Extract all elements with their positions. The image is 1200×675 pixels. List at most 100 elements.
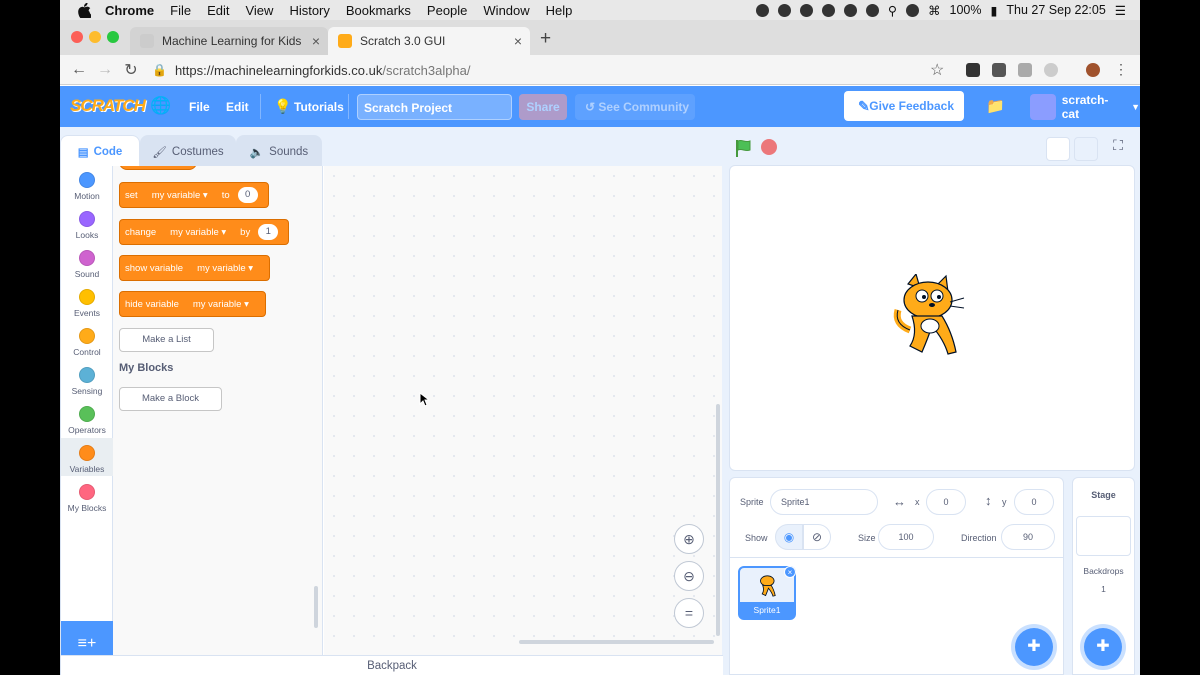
- menu-app-chrome[interactable]: Chrome: [105, 3, 154, 18]
- list-icon[interactable]: ☰: [1115, 3, 1126, 18]
- project-title-input[interactable]: Scratch Project: [357, 94, 512, 120]
- variable-dropdown[interactable]: my variable ▾: [186, 298, 255, 310]
- apple-icon[interactable]: [78, 2, 91, 18]
- language-globe-icon[interactable]: 🌐: [150, 96, 171, 116]
- backpack[interactable]: Backpack: [61, 655, 723, 675]
- lock-icon[interactable]: 🔒: [152, 63, 167, 77]
- menu-view[interactable]: View: [245, 3, 273, 18]
- back-icon[interactable]: ←: [66, 61, 92, 79]
- menu-history[interactable]: History: [289, 3, 329, 18]
- y-input[interactable]: 0: [1014, 489, 1054, 515]
- make-a-list-button[interactable]: Make a List: [119, 328, 214, 352]
- make-a-block-button[interactable]: Make a Block: [119, 387, 222, 411]
- normal-stage-icon[interactable]: [1074, 137, 1098, 161]
- menu-edit[interactable]: Edit: [207, 3, 229, 18]
- menu-window[interactable]: Window: [483, 3, 529, 18]
- add-backdrop-button[interactable]: ✚: [1084, 628, 1122, 666]
- zoom-in-icon[interactable]: ⊕: [674, 524, 704, 554]
- add-sprite-button[interactable]: ✚: [1015, 628, 1053, 666]
- bookmark-star-icon[interactable]: ☆: [930, 60, 944, 80]
- block-show-variable[interactable]: show variable my variable ▾: [119, 255, 271, 281]
- sprite-name-input[interactable]: Sprite1: [770, 489, 878, 515]
- value-input[interactable]: 0: [237, 187, 258, 203]
- stop-icon[interactable]: [761, 139, 777, 155]
- new-tab-icon[interactable]: +: [540, 28, 551, 50]
- stage-canvas[interactable]: [729, 165, 1135, 471]
- reload-icon[interactable]: ↻: [118, 60, 144, 80]
- menu-file[interactable]: File: [170, 3, 191, 18]
- tutorials-button[interactable]: Tutorials: [294, 100, 344, 114]
- category-operators[interactable]: Operators: [61, 406, 113, 435]
- edit-menu[interactable]: Edit: [226, 100, 249, 114]
- extension-icon[interactable]: [1044, 63, 1058, 77]
- delete-sprite-icon[interactable]: ×: [784, 566, 796, 578]
- maximize-window-icon[interactable]: [107, 31, 119, 43]
- size-input[interactable]: 100: [878, 524, 934, 550]
- bluetooth-icon[interactable]: [865, 3, 879, 17]
- close-tab-icon[interactable]: ×: [514, 33, 522, 49]
- block-change-variable[interactable]: change my variable ▾ by 1: [119, 219, 290, 245]
- chrome-menu-icon[interactable]: ⋮: [1114, 61, 1128, 78]
- close-window-icon[interactable]: [71, 31, 83, 43]
- lightbulb-icon[interactable]: 💡: [274, 98, 291, 115]
- horizontal-scrollbar[interactable]: [519, 640, 714, 644]
- category-variables[interactable]: Variables: [61, 438, 113, 476]
- close-tab-icon[interactable]: ×: [312, 33, 320, 49]
- give-feedback-button[interactable]: ✎ Give Feedback: [844, 91, 964, 121]
- search-icon[interactable]: ⚲: [888, 3, 897, 18]
- browser-tab-scratch[interactable]: Scratch 3.0 GUI ×: [328, 27, 530, 55]
- siri-icon[interactable]: [906, 3, 920, 17]
- file-menu[interactable]: File: [189, 100, 210, 114]
- category-my-blocks[interactable]: My Blocks: [61, 484, 113, 513]
- category-sensing[interactable]: Sensing: [61, 367, 113, 396]
- zoom-reset-icon[interactable]: =: [674, 598, 704, 628]
- show-visible-eye-icon[interactable]: ◉: [775, 524, 803, 550]
- palette-scrollbar[interactable]: [314, 586, 318, 628]
- block-set-variable[interactable]: set my variable ▾ to 0: [119, 182, 269, 208]
- share-button[interactable]: Share: [519, 94, 567, 120]
- wifi-icon[interactable]: ⌘: [928, 3, 941, 18]
- folder-icon[interactable]: 📁: [986, 97, 1005, 115]
- cat-sprite[interactable]: [888, 274, 973, 362]
- docker-icon[interactable]: [821, 3, 835, 17]
- fullscreen-icon[interactable]: ⛶: [1106, 137, 1130, 161]
- block-partial[interactable]: [119, 166, 197, 170]
- category-events[interactable]: Events: [61, 289, 113, 318]
- extension-icon[interactable]: [966, 63, 980, 77]
- direction-input[interactable]: 90: [1001, 524, 1055, 550]
- variable-dropdown[interactable]: my variable ▾: [164, 226, 233, 238]
- profile-avatar[interactable]: [1086, 63, 1100, 77]
- address-bar[interactable]: 🔒 https://machinelearningforkids.co.uk/s…: [152, 57, 954, 83]
- value-input[interactable]: 1: [258, 224, 279, 240]
- dropbox-icon[interactable]: [799, 3, 813, 17]
- status-icon[interactable]: [777, 3, 791, 17]
- script-area[interactable]: ⊕ ⊖ =: [324, 166, 722, 675]
- tab-code[interactable]: ▤ Code: [60, 135, 140, 168]
- show-hidden-eye-icon[interactable]: ⊘: [803, 524, 831, 550]
- menu-help[interactable]: Help: [546, 3, 573, 18]
- record-icon[interactable]: [755, 3, 769, 17]
- stage-selector[interactable]: Stage Backdrops 1 ✚: [1072, 477, 1135, 675]
- category-looks[interactable]: Looks: [61, 211, 113, 240]
- x-input[interactable]: 0: [926, 489, 966, 515]
- category-sound[interactable]: Sound: [61, 250, 113, 279]
- user-menu[interactable]: scratch-cat ▼: [1030, 93, 1140, 121]
- zoom-out-icon[interactable]: ⊖: [674, 561, 704, 591]
- category-control[interactable]: Control: [61, 328, 113, 357]
- category-motion[interactable]: Motion: [61, 172, 113, 201]
- minimize-window-icon[interactable]: [89, 31, 101, 43]
- tab-costumes[interactable]: 🖌 Costumes: [140, 135, 236, 167]
- vertical-scrollbar[interactable]: [716, 404, 720, 636]
- block-hide-variable[interactable]: hide variable my variable ▾: [119, 291, 266, 317]
- browser-tab-mlforkids[interactable]: Machine Learning for Kids ×: [130, 27, 328, 55]
- menu-people[interactable]: People: [427, 3, 467, 18]
- forward-icon[interactable]: →: [92, 61, 118, 79]
- clock[interactable]: Thu 27 Sep 22:05: [1006, 3, 1105, 17]
- tab-sounds[interactable]: 🔈 Sounds: [236, 135, 322, 167]
- variable-dropdown[interactable]: my variable ▾: [191, 262, 260, 274]
- battery-percent[interactable]: 100%: [950, 3, 982, 17]
- menu-bookmarks[interactable]: Bookmarks: [346, 3, 411, 18]
- scratch-logo[interactable]: SCRATCH: [70, 96, 146, 116]
- pocket-icon[interactable]: [992, 63, 1006, 77]
- cloud-icon[interactable]: [843, 3, 857, 17]
